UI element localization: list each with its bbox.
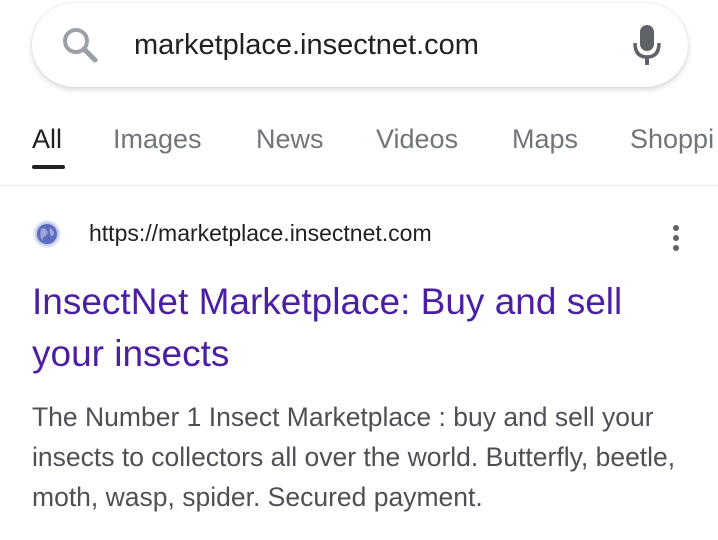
more-vert-icon[interactable] [666, 224, 686, 254]
search-tabs: All Images News Videos Maps Shoppi [0, 110, 718, 186]
search-icon[interactable] [60, 25, 100, 65]
active-tab-indicator [32, 165, 65, 169]
globe-icon [33, 220, 61, 248]
result-title-link[interactable]: InsectNet Marketplace: Buy and sell your… [32, 276, 692, 380]
tab-all[interactable]: All [32, 122, 62, 156]
result-url[interactable]: https://marketplace.insectnet.com [89, 218, 432, 248]
tab-maps[interactable]: Maps [512, 122, 578, 156]
tab-news[interactable]: News [256, 122, 324, 156]
mic-icon[interactable] [632, 23, 662, 67]
search-results-page: marketplace.insectnet.com All Images New… [0, 0, 718, 540]
tab-shopping[interactable]: Shoppi [630, 122, 714, 156]
search-input[interactable]: marketplace.insectnet.com [134, 26, 479, 64]
search-bar[interactable]: marketplace.insectnet.com [32, 3, 688, 87]
result-snippet: The Number 1 Insect Marketplace : buy an… [32, 402, 676, 512]
tab-images[interactable]: Images [113, 122, 202, 156]
tab-videos[interactable]: Videos [376, 122, 458, 156]
